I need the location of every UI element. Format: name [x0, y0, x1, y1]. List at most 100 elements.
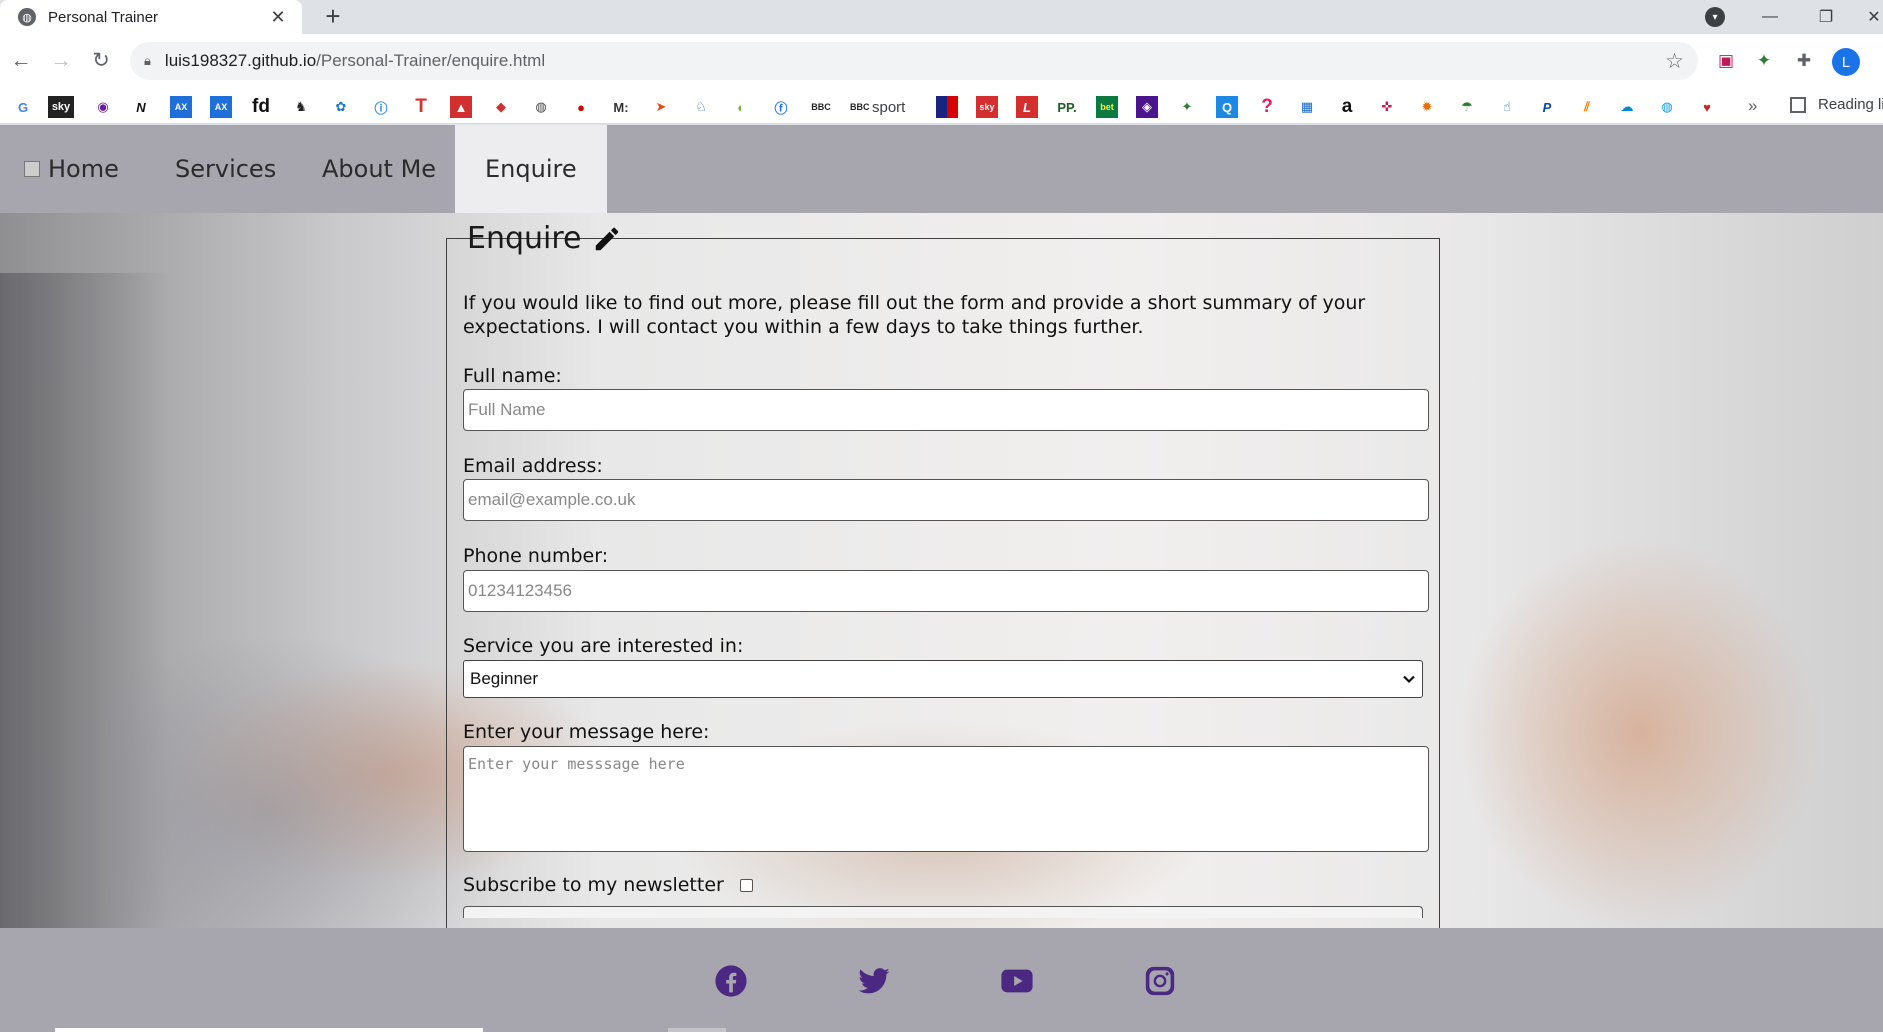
t-bookmark-icon[interactable]: T — [410, 96, 432, 118]
form-legend-title: Enquire — [467, 221, 582, 256]
tab-search-icon[interactable]: ▾ — [1705, 7, 1725, 27]
lock-icon[interactable]: 🔒︎ — [144, 53, 151, 69]
bookmarks-overflow-icon[interactable]: » — [1748, 96, 1757, 116]
bars-bookmark-icon[interactable]: ⫽ — [1576, 96, 1598, 118]
email-input[interactable] — [463, 479, 1429, 521]
phone-label: Phone number: — [463, 545, 609, 567]
profile-avatar[interactable]: L — [1832, 48, 1860, 76]
globe-bookmark-icon[interactable]: ◍ — [530, 96, 552, 118]
cross-bookmark-icon[interactable]: ✜ — [1376, 96, 1398, 118]
restore-icon[interactable]: ❐ — [1802, 0, 1850, 34]
tab-close-icon[interactable]: ✕ — [268, 7, 288, 28]
arrow-bookmark-icon[interactable]: ➤ — [650, 96, 672, 118]
nav-about-link[interactable]: About Me — [322, 125, 436, 213]
form-legend: Enquire — [461, 221, 628, 256]
nav-services-link[interactable]: Services — [175, 125, 276, 213]
nav-home-link[interactable]: Home — [24, 125, 119, 213]
l-bookmark-icon[interactable]: L — [1016, 96, 1038, 118]
amex-bookmark-icon[interactable]: AX — [170, 96, 192, 118]
instagram-icon[interactable] — [1143, 964, 1177, 998]
message-label: Enter your message here: — [463, 721, 710, 743]
site-footer — [0, 928, 1883, 1032]
browser-tab[interactable]: ◍ Personal Trainer ✕ — [0, 0, 302, 34]
bag-bookmark-icon[interactable]: ▦ — [1296, 96, 1318, 118]
bt-bookmark-icon[interactable]: ◉ — [92, 96, 114, 118]
url-path: /Personal-Trainer/enquire.html — [316, 51, 546, 70]
email-label: Email address: — [463, 455, 603, 477]
horizontal-scrollbar-thumb[interactable] — [55, 1028, 483, 1032]
bbc-bookmark-icon[interactable]: BBC — [810, 96, 832, 118]
enquiry-form: Enquire If you would like to find out mo… — [446, 221, 1440, 928]
amazon-bookmark-icon[interactable]: a — [1336, 96, 1358, 118]
broken-image-icon — [24, 161, 40, 177]
full-name-label: Full name: — [463, 365, 562, 387]
n-bookmark-icon[interactable]: N — [130, 96, 152, 118]
hsbc-bookmark-icon[interactable]: ◆ — [490, 96, 512, 118]
new-tab-button[interactable]: + — [318, 2, 348, 32]
service-select[interactable]: Beginner — [463, 660, 1423, 698]
horse-bookmark-icon[interactable]: ♞ — [290, 96, 312, 118]
twitter-icon[interactable] — [857, 964, 891, 998]
flag-bookmark-icon[interactable] — [936, 96, 958, 118]
rider-bookmark-icon[interactable]: ♘ — [690, 96, 712, 118]
amex-bookmark-icon-2[interactable]: AX — [210, 96, 232, 118]
url-host: luis198327.github.io — [164, 51, 317, 70]
umbrella-bookmark-icon[interactable]: ☂ — [1456, 96, 1478, 118]
browser-toolbar: ← → ↻ 🔒︎ luis198327.github.io/Personal-T… — [0, 34, 1883, 88]
google-bookmark-icon[interactable]: G — [12, 96, 34, 118]
circle-bookmark-icon[interactable]: ⓘ — [370, 96, 392, 118]
facebook-icon[interactable] — [714, 964, 748, 998]
reading-list-button[interactable]: Reading li — [1790, 96, 1883, 113]
green-bookmark-icon[interactable]: ◐ — [730, 96, 752, 118]
m-bookmark-icon[interactable]: M: — [610, 96, 632, 118]
pocket-extension-icon[interactable]: ▣ — [1714, 49, 1738, 73]
leaf-extension-icon[interactable]: ✦ — [1752, 49, 1776, 73]
sky-bookmark-icon[interactable]: sky — [48, 96, 74, 118]
minimize-icon[interactable]: — — [1746, 0, 1794, 34]
close-window-icon[interactable]: ✕ — [1850, 0, 1883, 34]
pp-bookmark-icon[interactable]: PP. — [1056, 96, 1078, 118]
site-navbar: Home Services About Me Enquire — [0, 125, 1883, 213]
bookmarks-bar: G sky ◉ N AX AX fd ♞ ✿ ⓘ T ▲ ◆ ◍ ● M: ➤ … — [0, 88, 1883, 124]
reading-list-icon — [1790, 96, 1806, 113]
red-bookmark-icon[interactable]: ▲ — [450, 96, 472, 118]
url-text[interactable]: luis198327.github.io/Personal-Trainer/en… — [165, 51, 545, 71]
page-viewport: Home Services About Me Enquire Enquire I… — [0, 125, 1883, 1032]
bbc-sport-label: sport — [872, 98, 906, 116]
chevron-down-icon — [1403, 675, 1415, 684]
newsletter-checkbox[interactable] — [739, 878, 753, 892]
extensions-puzzle-icon[interactable]: ✚ — [1792, 49, 1816, 73]
youtube-icon[interactable] — [1000, 964, 1034, 998]
phone-input[interactable] — [463, 570, 1429, 612]
message-textarea[interactable] — [463, 746, 1429, 852]
reload-icon[interactable]: ↻ — [86, 46, 116, 76]
cloud-bookmark-icon[interactable]: ☁ — [1616, 96, 1638, 118]
heart-bookmark-icon[interactable]: ♥ — [1696, 96, 1718, 118]
full-name-input[interactable] — [463, 389, 1429, 431]
facebook-bookmark-icon[interactable]: ⓕ — [770, 96, 792, 118]
skybet-bookmark-icon[interactable]: sky — [976, 96, 998, 118]
fd-bookmark-icon[interactable]: fd — [250, 96, 272, 118]
back-icon[interactable]: ← — [6, 46, 36, 76]
leaf-bookmark-icon[interactable]: ✦ — [1176, 96, 1198, 118]
paw-bookmark-icon[interactable]: ✿ — [330, 96, 352, 118]
bet365-bookmark-icon[interactable]: bet — [1096, 96, 1118, 118]
submit-button[interactable] — [463, 906, 1423, 918]
hand-bookmark-icon[interactable]: ☝ — [1496, 96, 1518, 118]
q-bookmark-icon[interactable]: Q — [1216, 96, 1238, 118]
address-bar[interactable]: 🔒︎ luis198327.github.io/Personal-Trainer… — [130, 42, 1698, 80]
tab-title: Personal Trainer — [48, 8, 159, 26]
purple-bookmark-icon[interactable]: ◈ — [1136, 96, 1158, 118]
bookmark-star-icon[interactable]: ☆ — [1665, 49, 1684, 74]
earth-bookmark-icon[interactable]: ◍ — [1656, 96, 1678, 118]
bbc-sport-bookmark-icon[interactable]: BBC sport — [850, 96, 905, 118]
virgin-bookmark-icon[interactable]: ● — [570, 96, 592, 118]
hero-background: Enquire If you would like to find out mo… — [0, 213, 1883, 928]
newsletter-row: Subscribe to my newsletter — [463, 874, 753, 896]
reading-list-label: Reading li — [1818, 96, 1883, 113]
nav-enquire-link[interactable]: Enquire — [455, 125, 607, 213]
forward-icon[interactable]: → — [46, 46, 76, 76]
sun-bookmark-icon[interactable]: ✹ — [1416, 96, 1438, 118]
paypal-bookmark-icon[interactable]: P — [1536, 96, 1558, 118]
p-bookmark-icon[interactable]: ? — [1256, 96, 1278, 118]
